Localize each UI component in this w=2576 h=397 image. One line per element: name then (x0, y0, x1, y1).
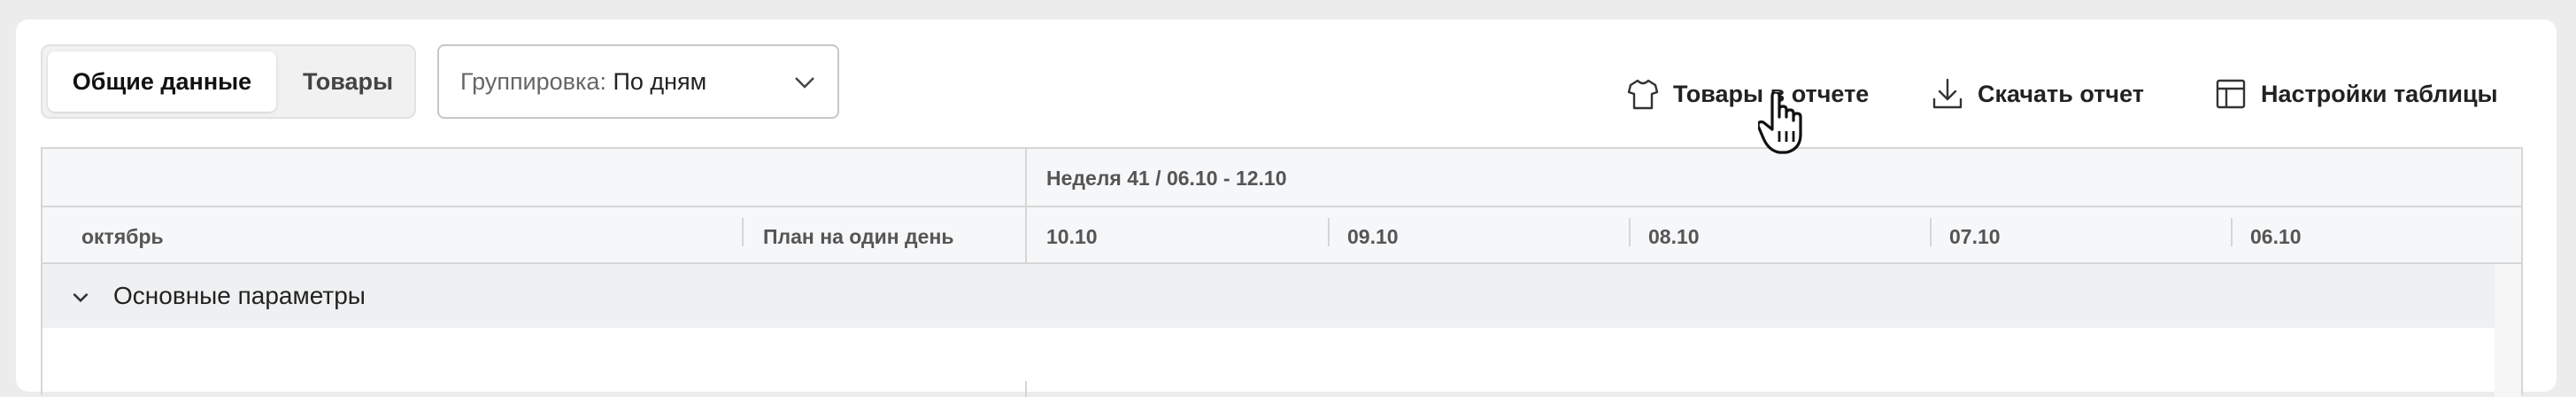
chevron-down-icon[interactable] (69, 285, 92, 308)
plan-column-header: План на один день (763, 225, 954, 248)
week-header: Неделя 41 / 06.10 - 12.10 (1046, 167, 1287, 190)
view-switcher: Общие данные Товары (41, 44, 416, 119)
tab-general-data[interactable]: Общие данные (48, 51, 276, 112)
table-header-days-row: октябрь План на один день 10.10 09.10 08… (42, 207, 2521, 264)
grouping-value: По дням (613, 68, 707, 95)
table-header-week-row: Неделя 41 / 06.10 - 12.10 (42, 149, 2521, 207)
column-divider (1328, 218, 1330, 246)
column-divider (2231, 218, 2233, 246)
day-column-header: 08.10 (1648, 225, 1700, 248)
vertical-scrollbar[interactable] (2495, 264, 2521, 397)
download-report-button[interactable]: Скачать отчет (1930, 76, 2144, 112)
day-column-header: 09.10 (1347, 225, 1399, 248)
day-column-header: 06.10 (2250, 225, 2302, 248)
table-settings-icon (2216, 79, 2246, 109)
tshirt-icon (1627, 79, 1659, 110)
download-report-label: Скачать отчет (1978, 80, 2144, 107)
month-column-header: октябрь (81, 225, 164, 248)
table-row (42, 328, 2498, 381)
report-table: Неделя 41 / 06.10 - 12.10 октябрь План н… (41, 147, 2523, 397)
hand-cursor-icon (1758, 92, 1802, 154)
chevron-down-icon (795, 77, 814, 89)
group-row-label: Основные параметры (113, 282, 366, 309)
tab-products[interactable]: Товары (282, 51, 414, 112)
column-divider (1629, 218, 1631, 246)
grouping-select[interactable]: Группировка: По дням (437, 44, 839, 119)
day-column-header: 07.10 (1949, 225, 2001, 248)
table-settings-button[interactable]: Настройки таблицы (2213, 76, 2498, 112)
column-divider (1930, 218, 1932, 246)
products-in-report-button[interactable]: Товары в отчете (1625, 76, 1869, 112)
table-settings-label: Настройки таблицы (2261, 80, 2498, 107)
download-icon (1932, 78, 1963, 109)
grouping-label: Группировка: По дням (460, 46, 706, 117)
column-divider (742, 218, 744, 246)
group-row-main-params[interactable]: Основные параметры (42, 264, 2498, 328)
grouping-label-text: Группировка: (460, 68, 606, 95)
day-column-header: 10.10 (1046, 225, 1098, 248)
